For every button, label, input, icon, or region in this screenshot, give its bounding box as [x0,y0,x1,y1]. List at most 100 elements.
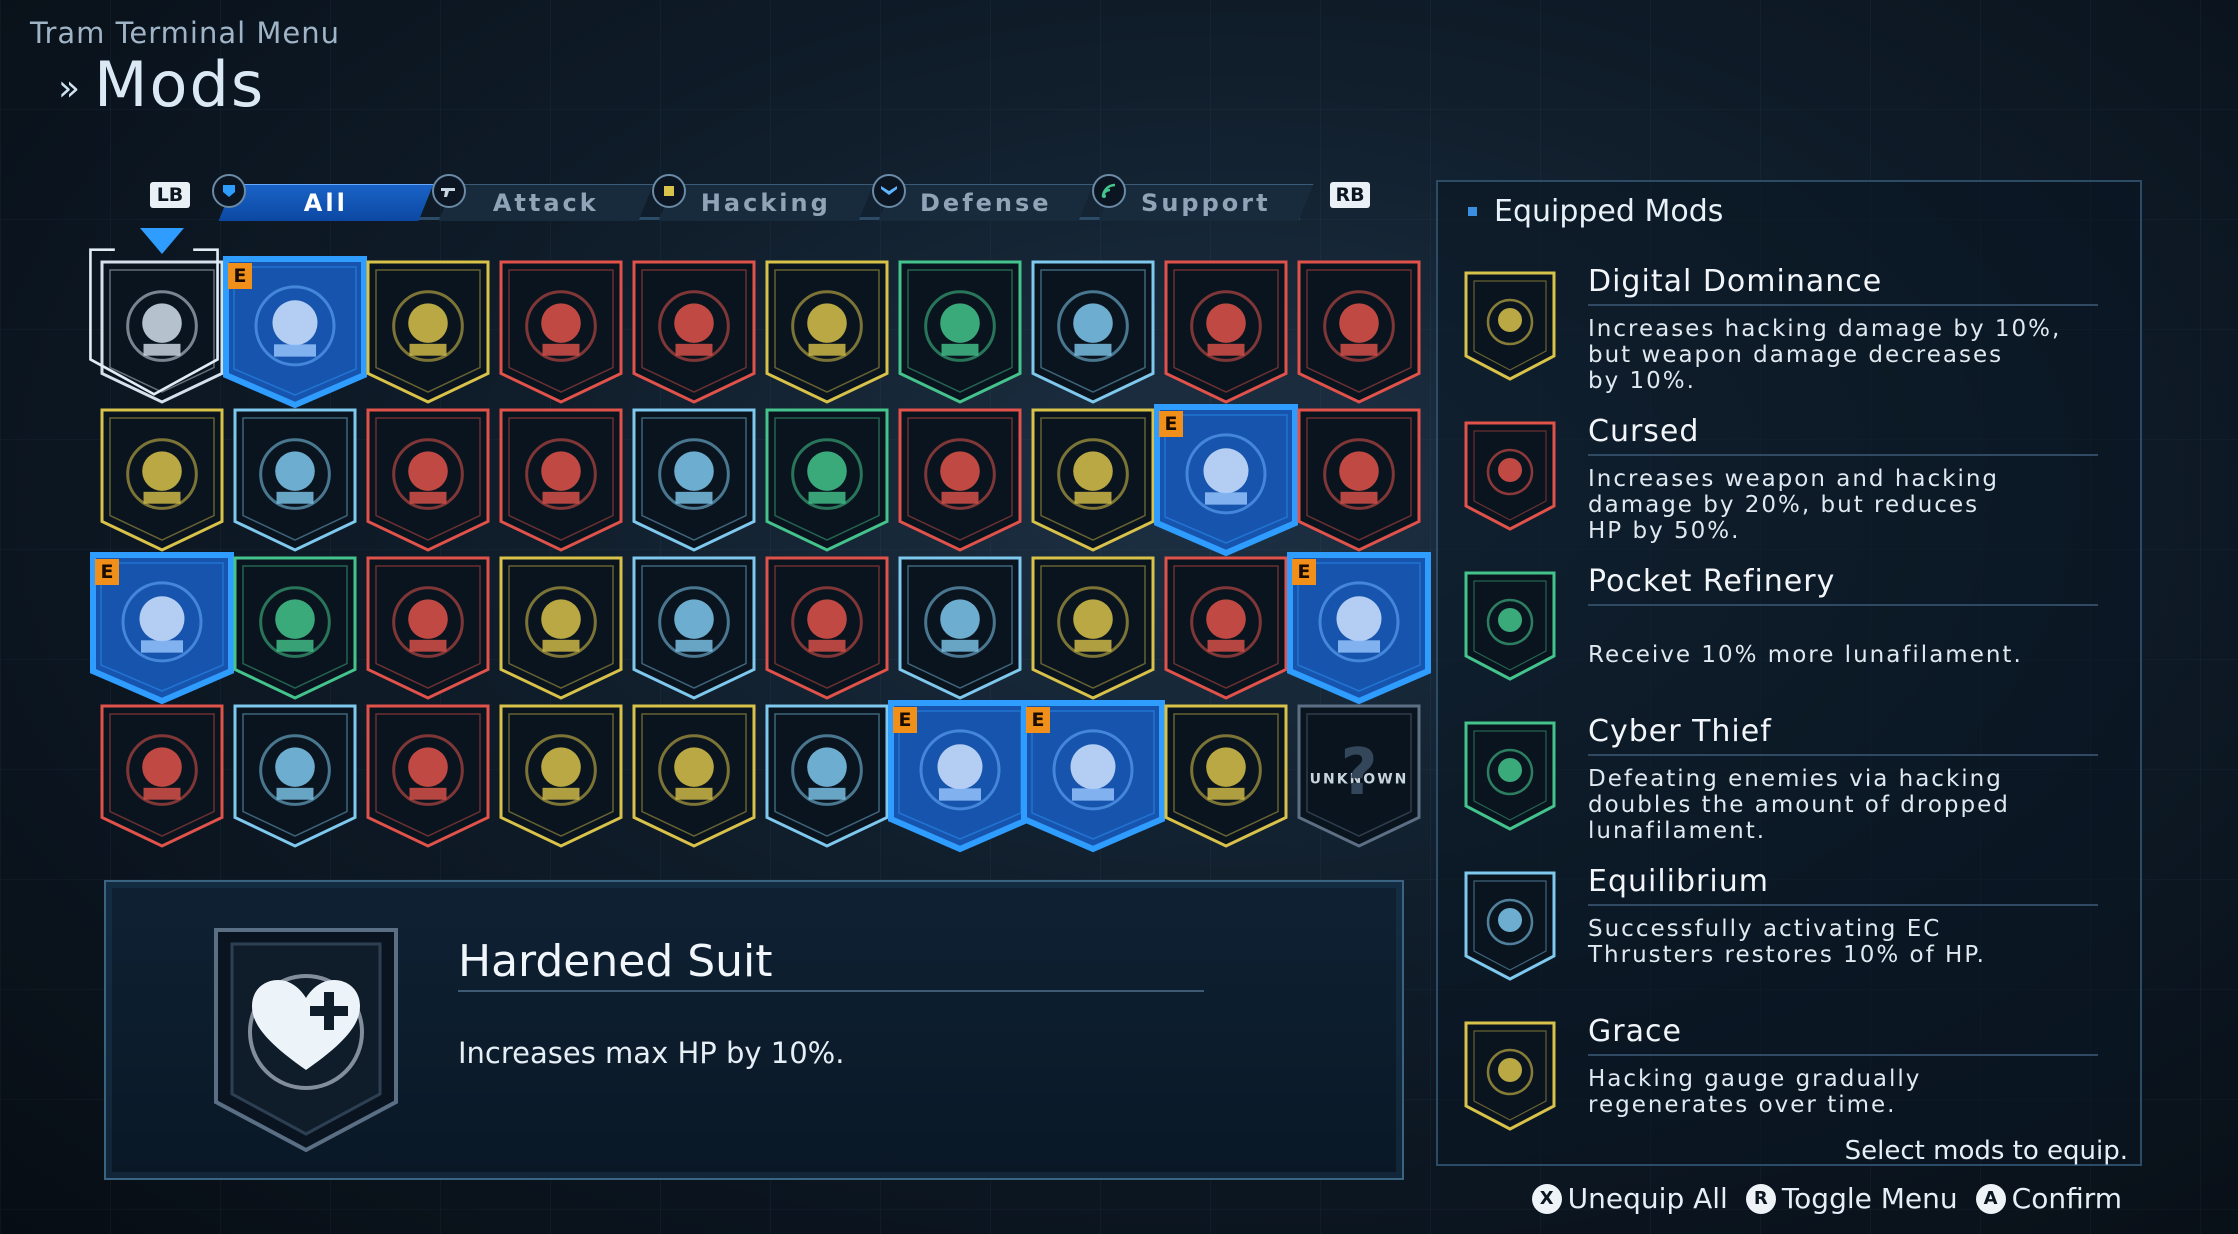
mod-slot[interactable] [362,702,494,850]
equipped-title: Equipped Mods [1467,194,1724,229]
mod-slot[interactable] [1160,554,1292,702]
dome-icon [499,704,623,848]
mod-slot[interactable] [894,258,1026,406]
mod-slot[interactable] [495,258,627,406]
equipped-mod-description: Increases hacking damage by 10%, but wea… [1588,316,2062,394]
mod-detail-panel: Hardened Suit Increases max HP by 10%. [104,880,1404,1180]
heart-plus-icon [206,922,406,1154]
mod-slot[interactable] [96,702,228,850]
mod-slot[interactable] [761,258,893,406]
astronaut-icon [632,408,756,552]
mod-slot[interactable] [495,406,627,554]
equipped-mod-divider [1588,604,2098,606]
tab-attack[interactable]: Attack [438,184,654,221]
svg-text:?: ? [1340,736,1377,810]
equipped-mod-description: Successfully activating EC Thrusters res… [1588,916,1986,968]
mod-description: Increases max HP by 10%. [458,1036,845,1070]
mod-slot[interactable] [1027,258,1159,406]
mod-slot[interactable] [229,406,361,554]
equipped-mod-item[interactable]: Cursed Increases weapon and hacking dama… [1452,414,2112,564]
mod-slot[interactable] [1027,554,1159,702]
equipped-mod-description: Increases weapon and hacking damage by 2… [1588,466,2000,544]
strike-icon [366,556,490,700]
tab-attack-label: Attack [492,189,599,217]
mod-slot[interactable] [1160,258,1292,406]
mod-slot[interactable] [894,406,1026,554]
mod-slot[interactable] [628,554,760,702]
flex-icon [898,556,1022,700]
toggle-menu-prompt[interactable]: R Toggle Menu [1745,1182,1958,1215]
equipped-mod-divider [1588,304,2098,306]
clock-icon [1164,704,1288,848]
mod-slot[interactable] [1160,702,1292,850]
slide-icon [1164,556,1288,700]
shell-icon [632,704,756,848]
unequip-all-prompt[interactable]: X Unequip All [1531,1182,1728,1215]
mod-slot[interactable] [229,554,361,702]
detail-divider [458,990,1204,992]
heart-plus-icon [100,260,224,404]
tab-hacking[interactable]: Hacking [658,184,874,221]
lb-button[interactable]: LB [150,182,190,208]
equipped-mod-item[interactable]: Digital Dominance Increases hacking dama… [1452,264,2112,414]
mod-slot[interactable] [362,258,494,406]
mod-slot[interactable] [628,702,760,850]
mod-slot[interactable]: E [885,699,1035,853]
mod-slot[interactable] [495,702,627,850]
mod-slot[interactable]: UNKNOWN ? [1293,702,1425,850]
equipped-mod-divider [1588,754,2098,756]
mod-slot[interactable]: E [1284,551,1434,705]
equipped-mod-description: Hacking gauge gradually regenerates over… [1588,1066,1922,1118]
mod-slot[interactable] [761,406,893,554]
unequip-all-label: Unequip All [1567,1182,1728,1215]
mod-slot[interactable] [495,554,627,702]
all-icon [212,174,246,208]
drone-gun-icon [233,408,357,552]
equipped-mod-divider [1588,1054,2098,1056]
mod-slot[interactable] [362,406,494,554]
rb-button[interactable]: RB [1330,182,1370,208]
equipped-badge: E [1292,559,1316,585]
equipped-mod-name: Cyber Thief [1588,714,1772,749]
signal-icon [1092,174,1126,208]
mod-slot[interactable]: E [87,551,237,705]
equipped-mod-item[interactable]: Pocket Refinery Receive 10% more lunafil… [1452,564,2112,714]
mod-slot[interactable] [761,554,893,702]
equip-hint: Select mods to equip. [1844,1136,2128,1166]
mod-slot[interactable] [894,554,1026,702]
mod-slot[interactable] [628,406,760,554]
mod-slot[interactable] [1293,406,1425,554]
x-button-icon: X [1531,1183,1562,1214]
mod-name: Hardened Suit [458,936,773,987]
equipped-mod-item[interactable]: Equilibrium Successfully activating EC T… [1452,864,2112,1014]
r-stick-icon: R [1745,1183,1776,1214]
mod-slot[interactable] [362,554,494,702]
shield-check-icon [765,704,889,848]
selection-arrow-icon [140,228,184,254]
tab-defense[interactable]: Defense [878,184,1094,221]
equipped-mod-icon [1462,720,1558,832]
tab-support[interactable]: Support [1098,184,1314,221]
mod-slot[interactable]: E [220,255,370,409]
chip-icon [652,174,686,208]
cylinder-icon [632,556,756,700]
mod-slot[interactable] [761,702,893,850]
mod-slot[interactable] [1293,258,1425,406]
tab-all[interactable]: All [218,184,434,221]
equipped-mod-divider [1588,904,2098,906]
mod-slot[interactable]: E [1151,403,1301,557]
mod-slot[interactable]: E [1018,699,1168,853]
a-button-icon: A [1975,1183,2006,1214]
equipped-mod-item[interactable]: Cyber Thief Defeating enemies via hackin… [1452,714,2112,864]
mod-slot[interactable] [96,406,228,554]
mod-slot[interactable] [1027,406,1159,554]
mod-slot[interactable] [89,228,228,406]
confirm-prompt[interactable]: A Confirm [1975,1182,2122,1215]
mod-slot[interactable] [628,258,760,406]
mod-slot[interactable] [229,702,361,850]
fist-punch-icon [499,260,623,404]
figure-shield-icon [1031,260,1155,404]
float-timer-icon [233,704,357,848]
skull-robot-icon [366,704,490,848]
equipped-mod-name: Grace [1588,1014,1682,1049]
